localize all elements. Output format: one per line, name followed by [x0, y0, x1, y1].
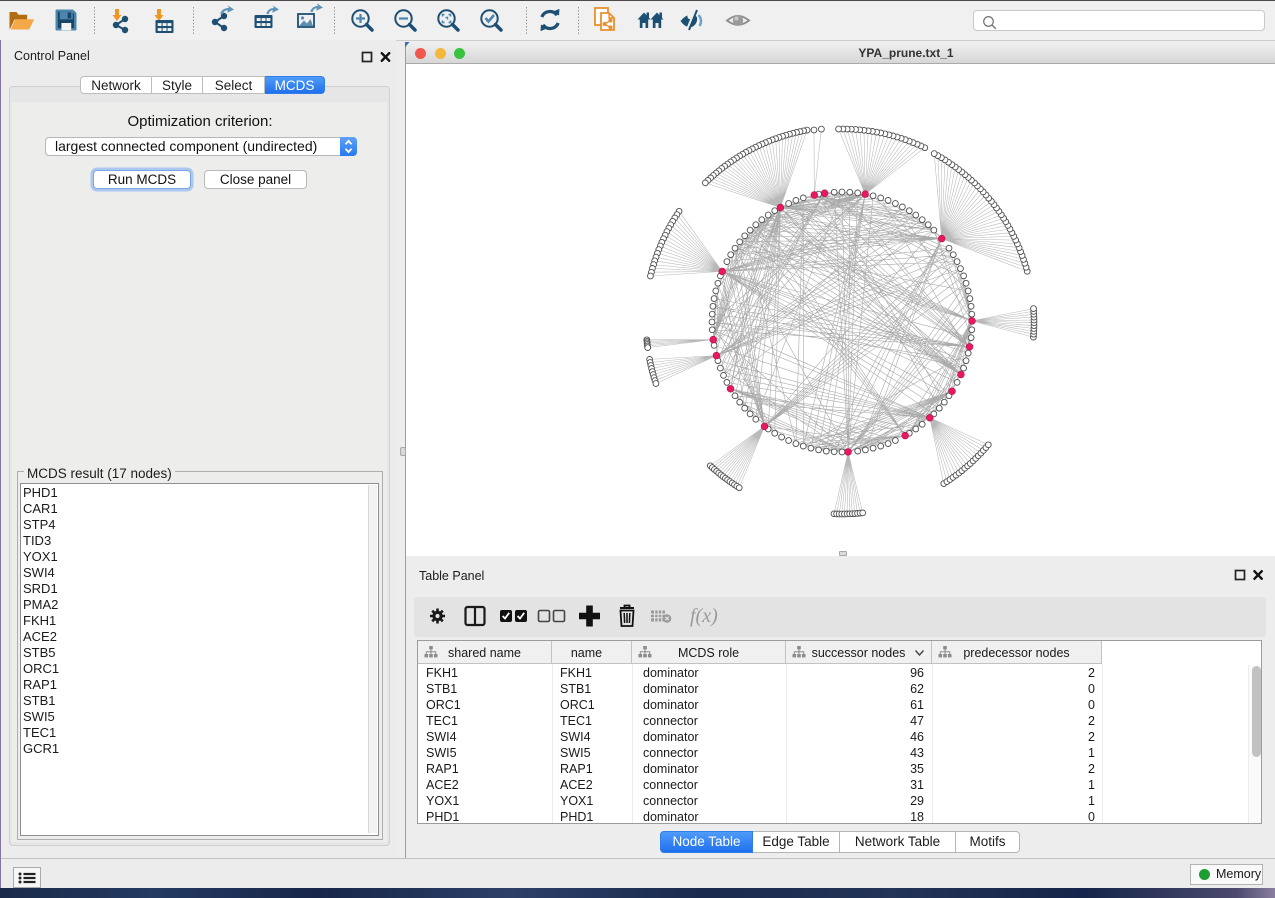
svg-text:f(x): f(x) [690, 605, 718, 627]
